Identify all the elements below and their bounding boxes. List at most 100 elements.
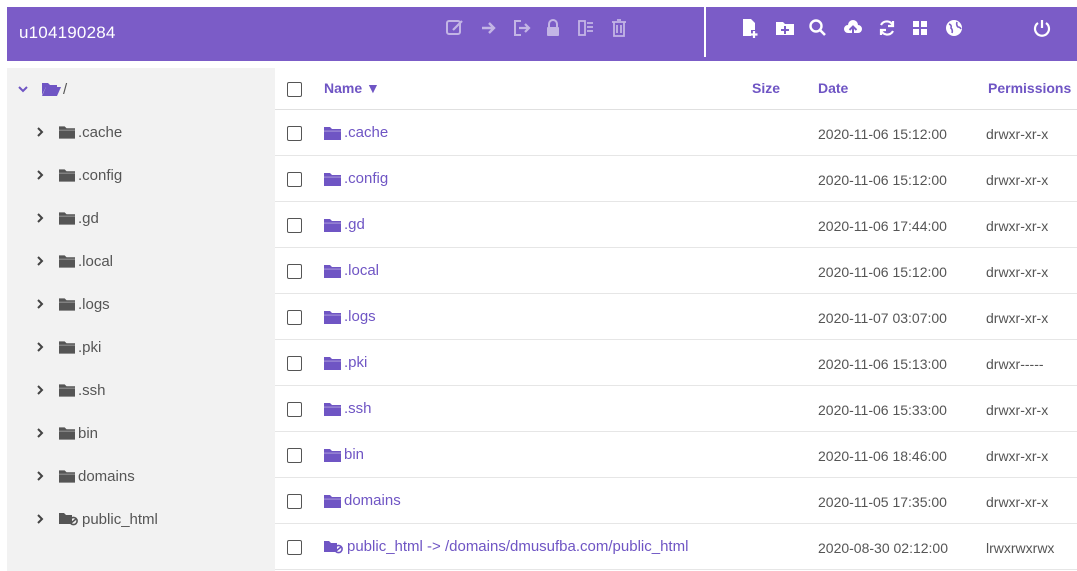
file-name-link[interactable]: .pki: [324, 354, 367, 371]
file-name-label: .ssh: [344, 400, 372, 417]
table-row[interactable]: domains 2020-11-05 17:35:00 drwxr-xr-x: [275, 478, 1077, 524]
refresh-icon[interactable]: [875, 16, 899, 40]
chevron-right-icon[interactable]: [34, 298, 46, 310]
row-checkbox[interactable]: [287, 310, 302, 325]
lock-icon[interactable]: [541, 16, 565, 40]
chevron-right-icon[interactable]: [34, 384, 46, 396]
toolbar-divider: [704, 7, 706, 57]
edit-icon[interactable]: [443, 16, 467, 40]
file-date: 2020-11-05 17:35:00: [818, 494, 947, 510]
chevron-right-icon[interactable]: [34, 513, 46, 525]
folder-tree-sidebar: / .cache .config .gd .local .logs .pki .ssh bin…: [7, 68, 275, 571]
tree-item[interactable]: .local: [34, 246, 113, 276]
tree-item-label: .gd: [78, 209, 99, 227]
file-name-link[interactable]: .config: [324, 170, 388, 187]
file-name-label: .config: [344, 170, 389, 187]
table-row[interactable]: .logs 2020-11-07 03:07:00 drwxr-xr-x: [275, 294, 1077, 340]
file-name-link[interactable]: .cache: [324, 124, 388, 141]
file-permissions: drwxr-xr-x: [986, 448, 1049, 464]
row-checkbox[interactable]: [287, 494, 302, 509]
file-date: 2020-11-07 03:07:00: [818, 310, 947, 326]
tree-item[interactable]: .ssh: [34, 375, 106, 405]
new-folder-icon[interactable]: [773, 16, 797, 40]
row-checkbox[interactable]: [287, 218, 302, 233]
table-row[interactable]: .cache 2020-11-06 15:12:00 drwxr-xr-x: [275, 110, 1077, 156]
file-name-link[interactable]: .logs: [324, 308, 376, 325]
chevron-right-icon[interactable]: [34, 169, 46, 181]
compress-icon[interactable]: [574, 16, 598, 40]
tree-item[interactable]: .logs: [34, 289, 110, 319]
tree-item-label: .pki: [78, 338, 102, 356]
folder-icon: [324, 172, 341, 186]
folder-link-icon: [59, 512, 79, 526]
file-name-label: bin: [344, 446, 365, 463]
tree-item[interactable]: bin: [34, 418, 98, 448]
table-row[interactable]: bin 2020-11-06 18:46:00 drwxr-xr-x: [275, 432, 1077, 478]
tree-item[interactable]: public_html: [34, 504, 158, 534]
file-name-link[interactable]: bin: [324, 446, 364, 463]
row-checkbox[interactable]: [287, 356, 302, 371]
column-name-header[interactable]: Name ▼: [324, 80, 380, 96]
move-icon[interactable]: [477, 16, 501, 40]
chevron-right-icon[interactable]: [34, 470, 46, 482]
folder-icon: [59, 340, 75, 354]
row-checkbox[interactable]: [287, 172, 302, 187]
table-row[interactable]: .pki 2020-11-06 15:13:00 drwxr-----: [275, 340, 1077, 386]
trash-icon[interactable]: [607, 16, 631, 40]
tree-item[interactable]: .config: [34, 160, 122, 190]
column-permissions-header[interactable]: Permissions: [988, 80, 1071, 96]
new-file-icon[interactable]: [738, 16, 762, 40]
folder-icon: [324, 402, 341, 416]
folder-icon: [324, 218, 341, 232]
tree-item[interactable]: .cache: [34, 117, 122, 147]
tree-item[interactable]: domains: [34, 461, 135, 491]
upload-icon[interactable]: [841, 16, 865, 40]
row-checkbox[interactable]: [287, 402, 302, 417]
table-row[interactable]: .local 2020-11-06 15:12:00 drwxr-xr-x: [275, 248, 1077, 294]
file-name-label: public_html -> /domains/dmusufba.com/pub…: [347, 538, 689, 555]
file-date: 2020-11-06 15:33:00: [818, 402, 947, 418]
search-icon[interactable]: [806, 16, 830, 40]
tree-item[interactable]: .pki: [34, 332, 101, 362]
file-date: 2020-08-30 02:12:00: [818, 540, 948, 556]
row-checkbox[interactable]: [287, 264, 302, 279]
folder-icon: [59, 297, 75, 311]
select-all-checkbox[interactable]: [287, 82, 302, 97]
tree-item[interactable]: .gd: [34, 203, 99, 233]
column-size-header[interactable]: Size: [752, 80, 780, 96]
row-checkbox[interactable]: [287, 540, 302, 555]
chevron-right-icon[interactable]: [34, 255, 46, 267]
file-name-link[interactable]: .ssh: [324, 400, 372, 417]
file-name-link[interactable]: domains: [324, 492, 401, 509]
table-row[interactable]: .config 2020-11-06 15:12:00 drwxr-xr-x: [275, 156, 1077, 202]
table-row[interactable]: .gd 2020-11-06 17:44:00 drwxr-xr-x: [275, 202, 1077, 248]
file-date: 2020-11-06 15:12:00: [818, 172, 947, 188]
folder-icon: [324, 356, 341, 370]
export-icon[interactable]: [510, 16, 534, 40]
file-permissions: drwxr-xr-x: [986, 264, 1049, 280]
file-name-link[interactable]: public_html -> /domains/dmusufba.com/pub…: [324, 538, 688, 555]
chevron-right-icon[interactable]: [34, 341, 46, 353]
folder-icon: [59, 469, 75, 483]
file-permissions: drwxr-xr-x: [986, 402, 1049, 418]
file-date: 2020-11-06 15:12:00: [818, 126, 947, 142]
tree-root[interactable]: /: [17, 74, 67, 104]
column-date-header[interactable]: Date: [818, 80, 848, 96]
globe-icon[interactable]: [942, 16, 966, 40]
file-name-link[interactable]: .local: [324, 262, 379, 279]
row-checkbox[interactable]: [287, 448, 302, 463]
power-icon[interactable]: [1030, 16, 1054, 40]
file-name-link[interactable]: .gd: [324, 216, 365, 233]
file-table: Name ▼ Size Date Permissions .cache 2020-…: [275, 68, 1077, 571]
grid-view-icon[interactable]: [908, 16, 932, 40]
file-permissions: drwxr-----: [986, 356, 1044, 372]
folder-icon: [324, 448, 341, 462]
row-checkbox[interactable]: [287, 126, 302, 141]
chevron-right-icon[interactable]: [34, 427, 46, 439]
folder-icon: [59, 426, 75, 440]
chevron-right-icon[interactable]: [34, 126, 46, 138]
chevron-down-icon[interactable]: [17, 83, 29, 95]
table-row[interactable]: .ssh 2020-11-06 15:33:00 drwxr-xr-x: [275, 386, 1077, 432]
chevron-right-icon[interactable]: [34, 212, 46, 224]
table-row[interactable]: public_html -> /domains/dmusufba.com/pub…: [275, 524, 1077, 570]
